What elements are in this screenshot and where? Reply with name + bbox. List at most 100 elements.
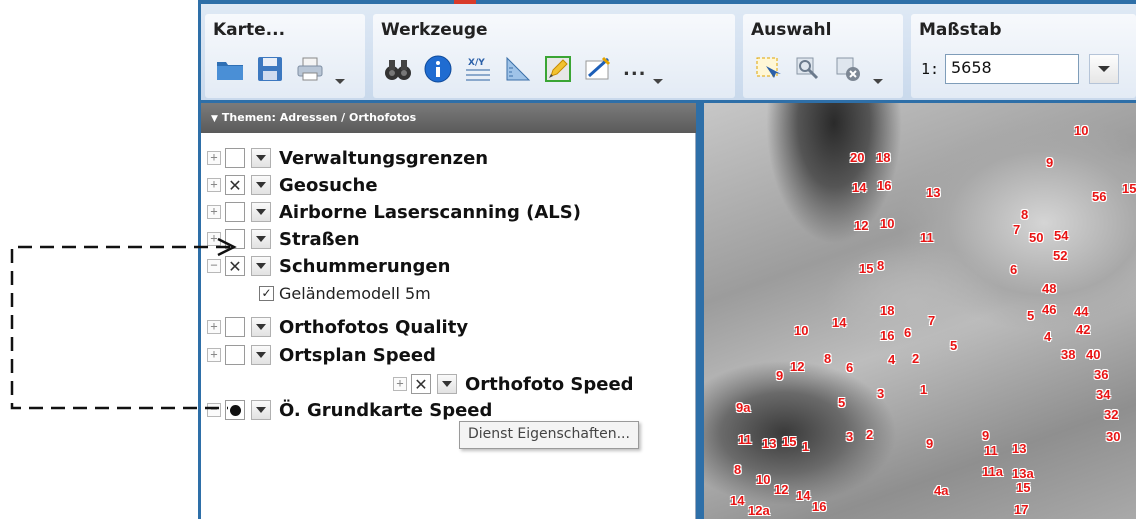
house-number-label: 1 — [802, 439, 810, 454]
layer-checkbox-checked[interactable]: ✕ — [225, 175, 245, 195]
expand-icon[interactable]: + — [393, 377, 407, 391]
layer-row-als[interactable]: + Airborne Laserscanning (ALS) — [207, 199, 581, 225]
layer-checkbox-checked[interactable]: ✕ — [225, 256, 245, 276]
layer-checkbox[interactable] — [225, 202, 245, 222]
collapse-icon[interactable]: − — [207, 403, 221, 417]
house-number-label: 34 — [1096, 387, 1111, 402]
house-number-label: 38 — [1061, 347, 1076, 362]
house-number-label: 12 — [790, 359, 805, 374]
layer-checkbox[interactable] — [225, 229, 245, 249]
house-number-label: 3 — [846, 429, 854, 444]
zoom-select-icon[interactable] — [791, 52, 825, 86]
expand-icon[interactable]: + — [207, 232, 221, 246]
layer-menu-button[interactable] — [251, 175, 271, 195]
house-number-label: 9a — [736, 400, 751, 415]
layer-checkbox[interactable] — [225, 148, 245, 168]
map-view[interactable]: 10 20 18 9 14 16 13 56 15 8 12 10 11 7 50 54 52 15 8 6 48 5 46… — [704, 103, 1136, 519]
more-tools-ellipsis[interactable]: ... — [623, 59, 647, 80]
binoculars-icon[interactable] — [381, 52, 415, 86]
house-number-label: 10 — [880, 216, 895, 231]
layer-checkbox[interactable] — [225, 317, 245, 337]
house-number-label: 6 — [904, 325, 912, 340]
group-karte-title[interactable]: Karte... — [213, 20, 285, 40]
house-number-label: 11 — [738, 432, 752, 447]
draw-line-icon[interactable] — [581, 52, 615, 86]
house-number-label: 2 — [912, 351, 920, 366]
layer-label: Schummerungen — [279, 255, 451, 277]
werkzeuge-dropdown-arrow[interactable] — [651, 70, 665, 84]
group-auswahl-title[interactable]: Auswahl — [751, 20, 831, 40]
house-number-label: 5 — [950, 338, 958, 353]
print-icon[interactable] — [293, 52, 327, 86]
layer-menu-button[interactable] — [251, 202, 271, 222]
scale-dropdown-button[interactable] — [1089, 54, 1119, 84]
layer-label: Verwaltungsgrenzen — [279, 147, 489, 169]
collapse-triangle-icon[interactable]: ▼ — [211, 114, 218, 124]
house-number-label: 4 — [1044, 329, 1052, 344]
sublayer-label: Geländemodell 5m — [279, 283, 431, 303]
layer-radio-selected[interactable] — [225, 400, 245, 420]
house-number-label: 8 — [734, 462, 742, 477]
group-karte: Karte... — [205, 14, 365, 98]
xy-coordinates-icon[interactable]: X/Y — [461, 52, 495, 86]
expand-icon[interactable]: + — [207, 151, 221, 165]
sublayer-checkbox-checked[interactable]: ✓ — [259, 285, 274, 301]
select-rectangle-icon[interactable] — [751, 52, 785, 86]
layer-checkbox-checked[interactable]: ✕ — [411, 374, 431, 394]
house-number-label: 10 — [756, 472, 771, 487]
house-number-label: 7 — [1013, 222, 1021, 237]
edit-icon[interactable] — [541, 52, 575, 86]
measure-area-icon[interactable] — [501, 52, 535, 86]
layer-checkbox[interactable] — [225, 345, 245, 365]
expand-icon[interactable]: + — [207, 320, 221, 334]
layer-label: Airborne Laserscanning (ALS) — [279, 201, 581, 223]
house-number-label: 16 — [812, 499, 827, 514]
scale-input[interactable]: 5658 — [945, 54, 1079, 84]
group-werkzeuge-title[interactable]: Werkzeuge — [381, 20, 488, 40]
layer-menu-button[interactable] — [437, 374, 457, 394]
collapse-icon[interactable]: − — [207, 259, 221, 273]
house-number-label: 13a — [1012, 466, 1034, 481]
clear-selection-icon[interactable] — [831, 52, 865, 86]
layer-menu-button[interactable] — [251, 317, 271, 337]
layer-row-geosuche[interactable]: + ✕ Geosuche — [207, 172, 378, 198]
layer-row-schummerungen[interactable]: − ✕ Schummerungen — [207, 253, 450, 279]
house-number-label: 11a — [982, 464, 1003, 479]
house-number-label: 15 — [782, 434, 797, 449]
house-number-label: 10 — [1074, 123, 1089, 138]
expand-icon[interactable]: + — [207, 205, 221, 219]
sublayer-row-gelaendemodell[interactable]: ✓ Geländemodell 5m — [259, 280, 431, 306]
expand-icon[interactable]: + — [207, 178, 221, 192]
layer-row-ortsplan-speed[interactable]: + Ortsplan Speed — [207, 342, 436, 368]
layer-menu-button[interactable] — [251, 148, 271, 168]
folder-icon[interactable] — [213, 52, 247, 86]
karte-dropdown-arrow[interactable] — [333, 70, 347, 84]
layer-row-orthofoto-speed-dragging[interactable]: + ✕ Orthofoto Speed — [393, 371, 634, 397]
house-number-label: 9 — [776, 368, 784, 383]
auswahl-dropdown-arrow[interactable] — [871, 70, 885, 84]
layer-row-verwaltungsgrenzen[interactable]: + Verwaltungsgrenzen — [207, 145, 488, 171]
house-number-label: 14 — [730, 493, 745, 508]
layer-row-strassen[interactable]: + Straßen — [207, 226, 360, 252]
svg-text:X/Y: X/Y — [468, 58, 485, 68]
save-icon[interactable] — [253, 52, 287, 86]
group-massstab-title[interactable]: Maßstab — [919, 20, 1002, 40]
layer-menu-button[interactable] — [251, 345, 271, 365]
expand-icon[interactable]: + — [207, 348, 221, 362]
house-number-label: 20 — [850, 150, 865, 165]
house-number-label: 4a — [934, 483, 949, 498]
panel-header[interactable]: ▼ Themen: Adressen / Orthofotos — [201, 103, 696, 133]
house-number-label: 16 — [877, 178, 892, 193]
layer-menu-button[interactable] — [251, 256, 271, 276]
info-icon[interactable] — [421, 52, 455, 86]
gis-application: Karte... Werkzeuge X/Y ... Auswahl Maßst… — [198, 0, 1136, 519]
house-number-label: 40 — [1086, 347, 1101, 362]
layer-menu-button[interactable] — [251, 400, 271, 420]
house-number-label: 9 — [982, 428, 990, 443]
layer-menu-button[interactable] — [251, 229, 271, 249]
house-number-label: 48 — [1042, 281, 1057, 296]
house-number-label: 42 — [1076, 322, 1091, 337]
layer-row-grundkarte-speed[interactable]: − Ö. Grundkarte Speed — [207, 397, 492, 423]
layer-row-orthofotos-quality[interactable]: + Orthofotos Quality — [207, 314, 468, 340]
house-number-label: 6 — [846, 360, 854, 375]
